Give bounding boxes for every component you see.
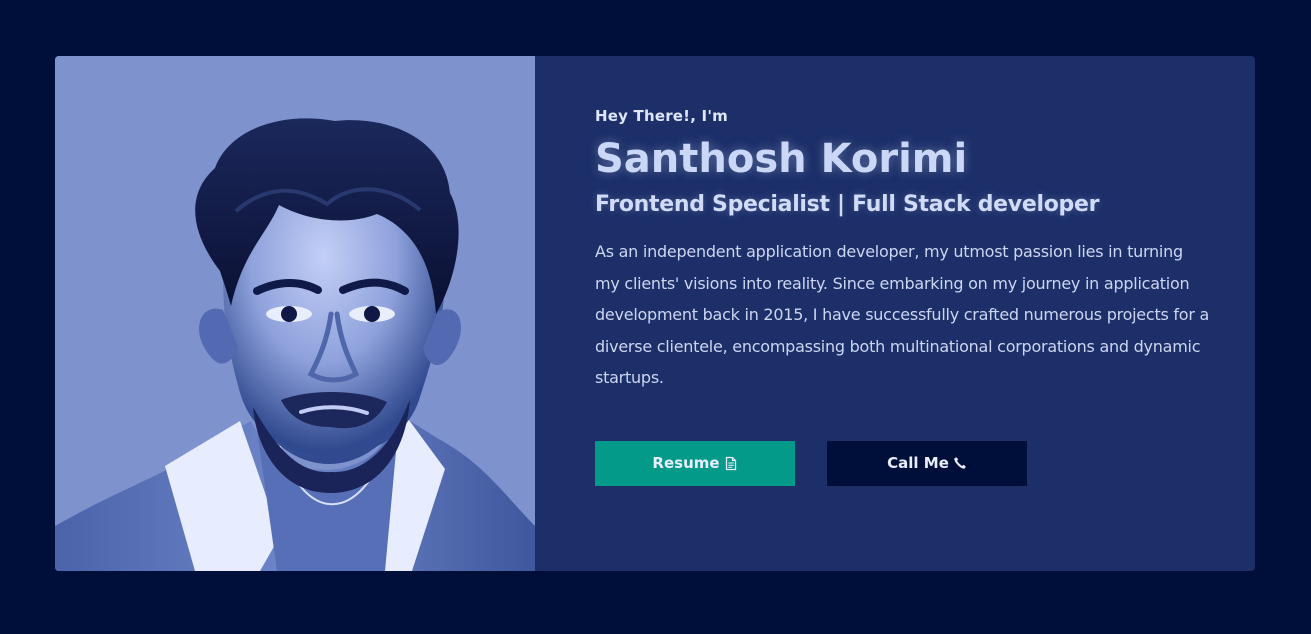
profile-portrait xyxy=(55,56,535,571)
call-me-button[interactable]: Call Me xyxy=(827,440,1027,486)
hero-actions: Resume Call Me xyxy=(595,440,1215,486)
resume-button[interactable]: Resume xyxy=(595,440,795,486)
profile-name: Santhosh Korimi xyxy=(595,136,968,182)
portrait-panel xyxy=(55,56,535,571)
call-me-button-label: Call Me xyxy=(887,454,949,472)
greeting-text: Hey There!, I'm xyxy=(595,107,728,125)
phone-icon xyxy=(953,455,967,471)
resume-button-label: Resume xyxy=(652,454,720,472)
hero-card: Hey There!, I'm Santhosh Korimi Frontend… xyxy=(55,56,1255,571)
document-icon xyxy=(724,455,738,471)
intro-content: Hey There!, I'm Santhosh Korimi Frontend… xyxy=(535,56,1255,571)
profile-bio: As an independent application developer,… xyxy=(595,242,1210,387)
profile-role: Frontend Specialist | Full Stack develop… xyxy=(595,192,1100,217)
